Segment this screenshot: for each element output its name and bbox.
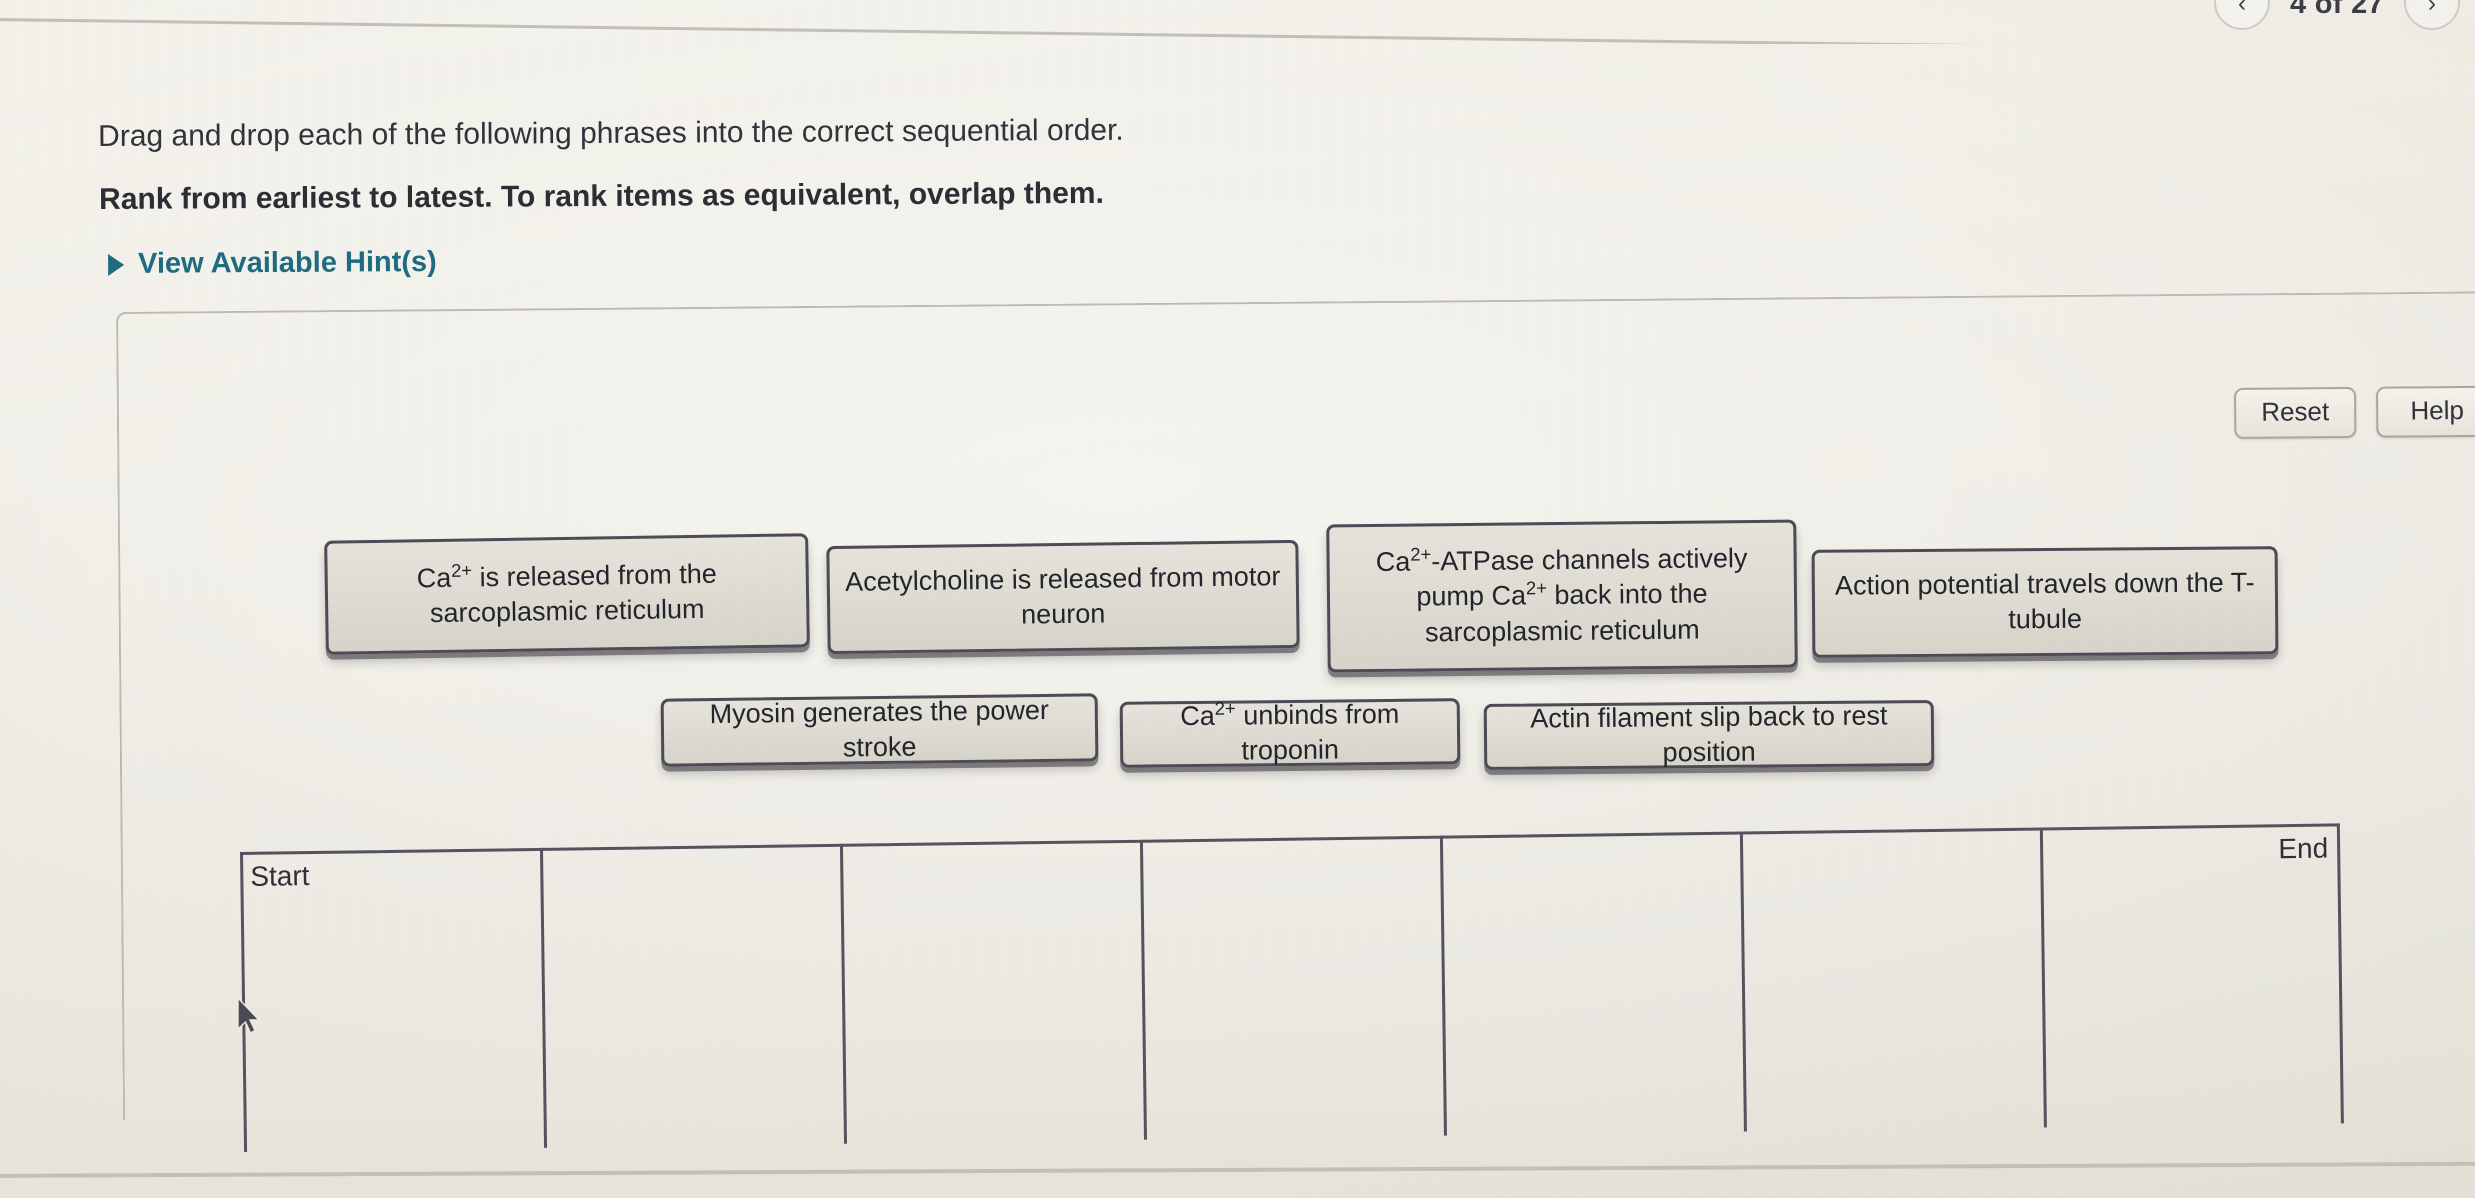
triangle-right-icon (108, 253, 125, 276)
reset-button[interactable]: Reset (2234, 386, 2357, 439)
drag-tile-label: Ca2+-ATPase channels actively pump Ca2+ … (1375, 543, 1748, 647)
drop-slot-4[interactable] (1139, 835, 1444, 1140)
drag-tile-ca-released[interactable]: Ca2+ is released from the sarcoplasmic r… (324, 533, 810, 655)
chevron-right-icon: › (2428, 0, 2436, 17)
drag-tile-action-potential-t-tubule[interactable]: Action potential travels down the T-tubu… (1811, 546, 2279, 658)
activity-toolbar: Reset Help (2234, 385, 2475, 439)
view-hints-toggle[interactable]: View Available Hint(s) (108, 246, 437, 281)
chevron-left-icon: ‹ (2238, 0, 2246, 17)
drop-slot-7[interactable] (2039, 823, 2344, 1128)
previous-question-button[interactable]: ‹ (2214, 0, 2270, 30)
drag-tile-label: Ca2+ is released from the sarcoplasmic r… (416, 558, 717, 629)
drop-zone-start-label: Start (250, 860, 310, 892)
drag-tile-ca-unbinds-troponin[interactable]: Ca2+ unbinds from troponin (1119, 697, 1461, 768)
drag-tile-label: Action potential travels down the T-tubu… (1834, 567, 2255, 635)
drag-tile-actin-rest-position[interactable]: Actin filament slip back to rest positio… (1483, 700, 1935, 770)
drop-slot-2[interactable] (539, 843, 845, 1148)
drag-tile-ca-atpase-pump[interactable]: Ca2+-ATPase channels actively pump Ca2+ … (1326, 519, 1798, 673)
drop-slot-6[interactable] (1739, 827, 2044, 1132)
drag-tile-label: Ca2+ unbinds from troponin (1180, 697, 1400, 766)
question-position-label: 4 of 27 (2290, 0, 2384, 20)
question-screenshot: ‹ 4 of 27 › Drag and drop each of the fo… (0, 0, 2475, 1198)
drag-tile-label: Myosin generates the power stroke (709, 694, 1050, 763)
next-question-button[interactable]: › (2404, 0, 2460, 30)
drop-slot-1[interactable] (240, 847, 545, 1152)
footer-divider-rule (0, 1161, 2475, 1178)
drag-tile-acetylcholine-released[interactable]: Acetylcholine is released from motor neu… (826, 539, 1300, 655)
question-instruction: Drag and drop each of the following phra… (98, 113, 1124, 153)
help-button[interactable]: Help (2375, 385, 2475, 438)
view-hints-label: View Available Hint(s) (137, 245, 437, 280)
question-pager-bar: ‹ 4 of 27 › (0, 0, 2475, 44)
drop-slot-5[interactable] (1439, 831, 1744, 1136)
drop-slot-3[interactable] (839, 839, 1145, 1144)
drag-tile-myosin-power-stroke[interactable]: Myosin generates the power stroke (660, 693, 1099, 767)
ranking-drop-zone[interactable]: Start End (240, 823, 2344, 1152)
drag-tile-label: Actin filament slip back to rest positio… (1530, 700, 1888, 768)
question-ranking-rule: Rank from earliest to latest. To rank it… (99, 176, 1104, 216)
drag-tile-label: Acetylcholine is released from motor neu… (844, 561, 1281, 630)
drop-zone-end-label: End (2278, 832, 2329, 865)
header-divider-rule (0, 18, 2475, 44)
